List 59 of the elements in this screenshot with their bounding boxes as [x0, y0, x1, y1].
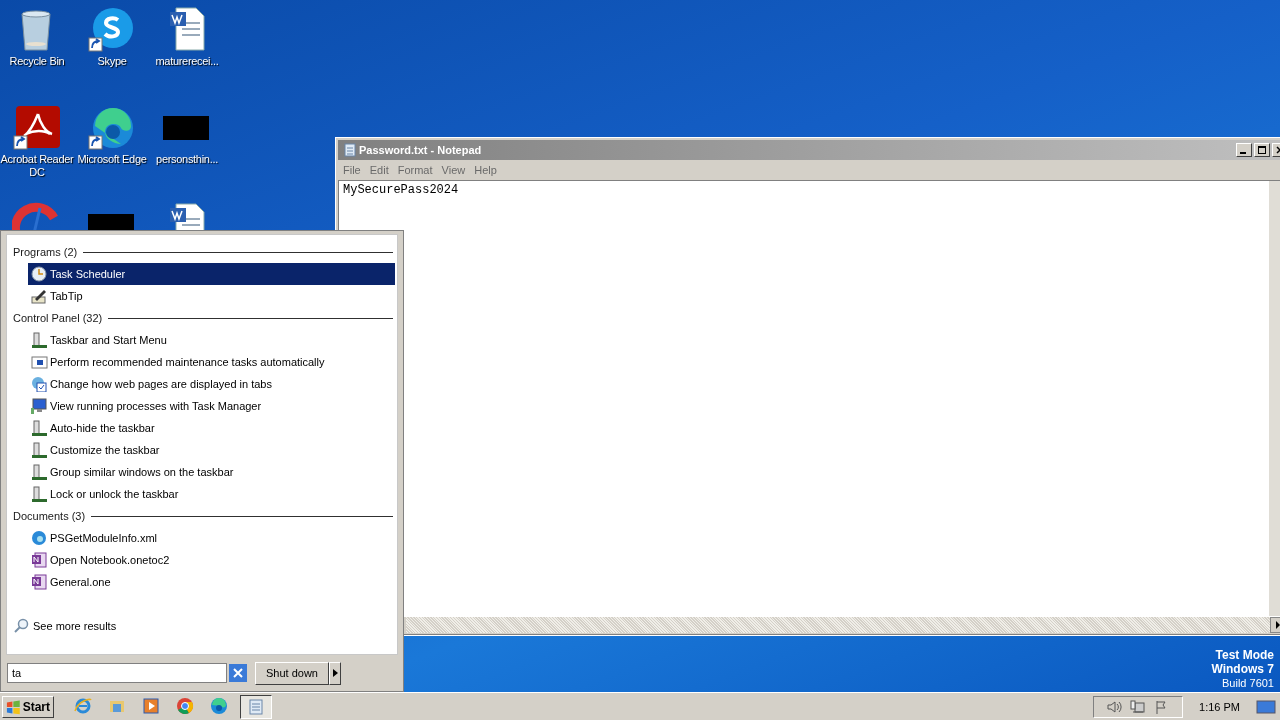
maximize-button[interactable]	[1254, 143, 1270, 157]
menu-item[interactable]: View	[438, 164, 472, 176]
desktop-icon-label[interactable]: personsthin...	[149, 153, 225, 166]
clear-search-icon[interactable]	[229, 664, 247, 682]
network-icon[interactable]	[1130, 698, 1147, 715]
browser-icon	[31, 530, 48, 546]
shut-down-button[interactable]: Shut down	[255, 661, 329, 685]
section-heading: Programs (2)	[13, 246, 78, 258]
see-more-results-link[interactable]: See more results	[13, 618, 117, 634]
minimize-button[interactable]	[1236, 143, 1252, 157]
maintenance-icon	[31, 354, 48, 370]
search-icon	[13, 618, 29, 634]
desktop-icon-label[interactable]: Recycle Bin	[0, 55, 75, 68]
menu-item[interactable]: Help	[471, 164, 503, 176]
pdf-reader-icon[interactable]	[12, 104, 62, 150]
taskbar-settings-icon	[31, 486, 48, 502]
shutdown-options-button[interactable]	[329, 661, 341, 685]
show-desktop-icon[interactable]	[1256, 698, 1276, 715]
browser-icon	[210, 696, 228, 715]
menu-item[interactable]: Task Scheduler	[28, 263, 395, 285]
window-title: Password.txt - Notepad	[359, 144, 483, 156]
text-area[interactable]: MySecurePass2024	[339, 181, 1269, 616]
clock-time[interactable]: 1:16 PM	[1193, 700, 1246, 713]
document-text: MySecurePass2024	[343, 183, 459, 197]
clock-icon	[31, 266, 48, 282]
taskbar-settings-icon	[31, 332, 48, 348]
taskbar-settings-icon	[31, 464, 48, 480]
globe-check-icon	[31, 376, 48, 392]
watermark-text: Test Mode	[1215, 648, 1274, 662]
notepad-icon	[344, 143, 356, 157]
menu-item[interactable]: Format	[394, 164, 439, 176]
chrome-icon	[176, 696, 194, 715]
horizontal-scrollbar[interactable]	[406, 617, 1280, 633]
notebook-icon	[31, 552, 48, 568]
desktop-icon-label[interactable]: maturerecei...	[149, 55, 225, 68]
media-player-icon	[142, 696, 160, 715]
internet-explorer-icon	[74, 696, 92, 715]
taskbar-button[interactable]	[240, 694, 272, 719]
caret-icon[interactable]	[332, 669, 338, 677]
start-logo-icon[interactable]	[6, 698, 21, 715]
start-button[interactable]: Start	[2, 695, 54, 718]
taskbar-settings-icon	[31, 420, 48, 436]
section-heading: Control Panel (32)	[13, 312, 103, 324]
menu-item[interactable]: Edit	[366, 164, 395, 176]
section-heading: Documents (3)	[13, 510, 86, 522]
desktop-icon-label[interactable]: Microsoft Edge	[74, 153, 150, 166]
watermark-text: Windows 7	[1211, 662, 1274, 676]
monitor-icon	[31, 398, 48, 414]
notepad-icon	[247, 697, 265, 716]
desktop-icon-label[interactable]: Acrobat Reader DC	[0, 153, 75, 179]
search-field[interactable]: ta	[7, 663, 227, 683]
menu-item[interactable]: File	[340, 164, 367, 176]
maximize-icon[interactable]	[1258, 146, 1266, 154]
notebook-icon	[31, 574, 48, 590]
speaker-icon[interactable]	[1106, 698, 1123, 715]
desktop-icon-label[interactable]: Skype	[74, 55, 150, 68]
watermark-text: Build 7601	[1222, 676, 1274, 690]
pen-tablet-icon	[31, 288, 48, 304]
taskbar-settings-icon	[31, 442, 48, 458]
